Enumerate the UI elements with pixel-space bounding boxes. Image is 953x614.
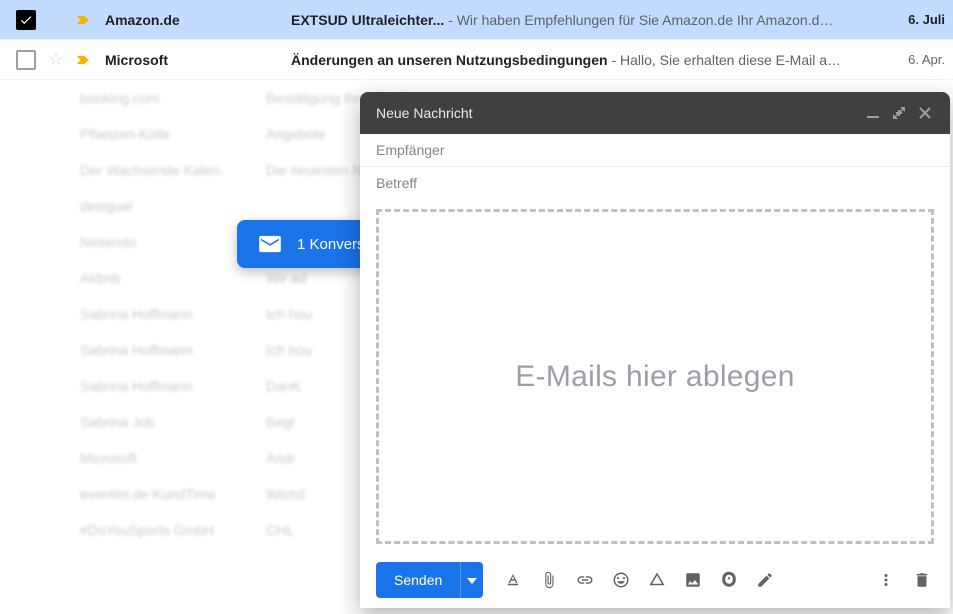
checkbox[interactable]	[16, 10, 36, 30]
email-sender: Amazon.de	[105, 12, 291, 28]
recipients-field[interactable]: Empfänger	[360, 134, 950, 167]
confidential-icon[interactable]	[713, 564, 745, 596]
important-icon[interactable]	[76, 13, 90, 27]
compose-toolbar: Senden	[360, 552, 950, 608]
email-date: 6. Apr.	[895, 52, 945, 67]
email-sender: Microsoft	[105, 52, 291, 68]
star-icon[interactable]: ☆	[46, 49, 66, 70]
close-icon[interactable]	[912, 100, 938, 126]
minimize-icon[interactable]	[860, 100, 886, 126]
send-button-label: Senden	[376, 563, 460, 597]
email-row[interactable]: ☆ Amazon.de EXTSUD Ultraleichter... - Wi…	[0, 0, 953, 40]
send-button[interactable]: Senden	[376, 562, 483, 598]
trash-icon[interactable]	[906, 564, 938, 596]
important-icon[interactable]	[76, 53, 90, 67]
link-icon[interactable]	[569, 564, 601, 596]
email-list: ☆ Amazon.de EXTSUD Ultraleichter... - Wi…	[0, 0, 953, 80]
drive-icon[interactable]	[641, 564, 673, 596]
subject-field[interactable]: Betreff	[360, 167, 950, 199]
fullscreen-icon[interactable]	[886, 100, 912, 126]
compose-header[interactable]: Neue Nachricht	[360, 92, 950, 134]
email-subject: EXTSUD Ultraleichter... - Wir haben Empf…	[291, 12, 895, 28]
star-icon[interactable]: ☆	[46, 9, 66, 30]
attach-icon[interactable]	[533, 564, 565, 596]
format-icon[interactable]	[497, 564, 529, 596]
image-icon[interactable]	[677, 564, 709, 596]
more-icon[interactable]	[870, 564, 902, 596]
mail-icon	[259, 235, 281, 253]
emoji-icon[interactable]	[605, 564, 637, 596]
compose-title: Neue Nachricht	[376, 105, 860, 121]
checkbox[interactable]	[16, 50, 36, 70]
email-date: 6. Juli	[895, 12, 945, 27]
drop-zone[interactable]: E-Mails hier ablegen	[376, 209, 934, 544]
email-subject: Änderungen an unseren Nutzungsbedingunge…	[291, 52, 895, 68]
drop-zone-text: E-Mails hier ablegen	[515, 360, 794, 394]
compose-window: Neue Nachricht Empfänger Betreff E-Mails…	[360, 92, 950, 608]
pen-icon[interactable]	[749, 564, 781, 596]
send-more-icon[interactable]	[460, 562, 483, 598]
email-row[interactable]: ☆ Microsoft Änderungen an unseren Nutzun…	[0, 40, 953, 80]
